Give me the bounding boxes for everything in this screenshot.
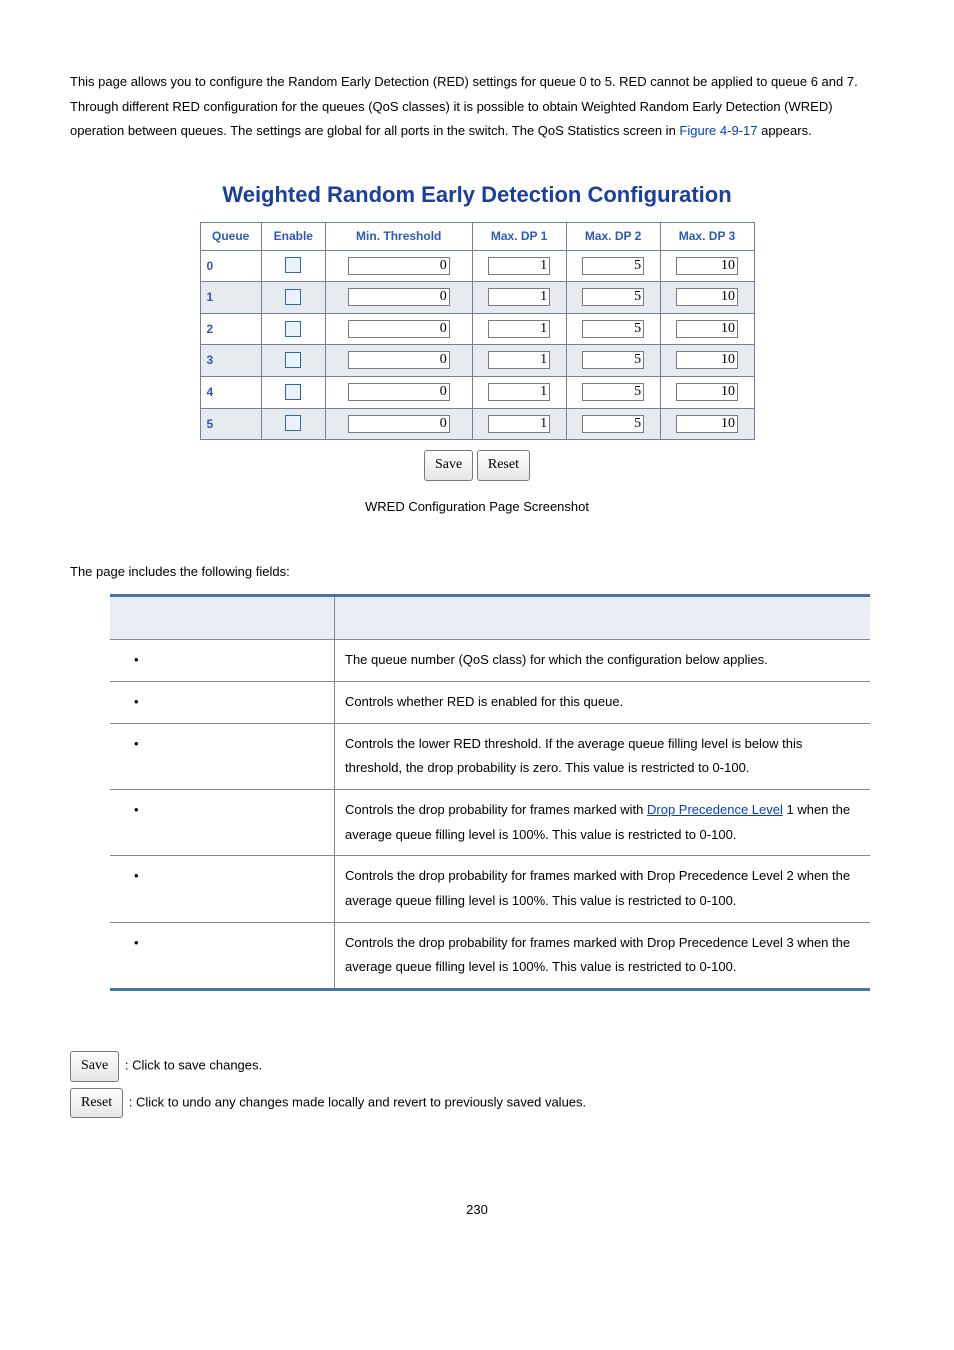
enable-cell — [261, 313, 325, 345]
max-dp2-input[interactable] — [582, 288, 644, 306]
drop-precedence-link[interactable]: Drop Precedence Level — [647, 802, 783, 817]
wred-screenshot: Weighted Random Early Detection Configur… — [200, 174, 755, 481]
fields-header-object — [110, 596, 335, 640]
reset-button-legend[interactable]: Reset — [70, 1088, 123, 1119]
fields-desc-cell: Controls the drop probability for frames… — [335, 922, 871, 989]
col-max-dp2: Max. DP 2 — [566, 222, 660, 250]
fields-object-cell — [110, 789, 335, 855]
enable-cell — [261, 377, 325, 409]
enable-checkbox[interactable] — [285, 321, 301, 337]
fields-desc-cell: Controls the drop probability for frames… — [335, 789, 871, 855]
fields-object-cell — [110, 856, 335, 922]
fields-row: The queue number (QoS class) for which t… — [110, 640, 870, 682]
min-threshold-input[interactable] — [348, 257, 450, 275]
max-dp3-input[interactable] — [676, 351, 738, 369]
fields-header-desc — [335, 596, 871, 640]
max-dp2-input[interactable] — [582, 351, 644, 369]
bullet-icon — [134, 935, 147, 950]
max-dp3-input[interactable] — [676, 320, 738, 338]
max-dp2-input[interactable] — [582, 257, 644, 275]
queue-cell: 4 — [200, 377, 261, 409]
queue-cell: 1 — [200, 282, 261, 314]
fields-table: The queue number (QoS class) for which t… — [110, 594, 870, 991]
queue-cell: 2 — [200, 313, 261, 345]
reset-button[interactable]: Reset — [477, 450, 530, 481]
queue-cell: 3 — [200, 345, 261, 377]
table-row: 3 — [200, 345, 754, 377]
max-dp1-input[interactable] — [488, 383, 550, 401]
figure-link[interactable]: Figure 4-9-17 — [679, 123, 757, 138]
fields-desc-cell: The queue number (QoS class) for which t… — [335, 640, 871, 682]
bullet-icon — [134, 736, 147, 751]
max-dp3-input[interactable] — [676, 383, 738, 401]
screenshot-caption: WRED Configuration Page Screenshot — [70, 495, 884, 520]
max-dp1-input[interactable] — [488, 415, 550, 433]
fields-desc-cell: Controls the drop probability for frames… — [335, 856, 871, 922]
save-button-legend[interactable]: Save — [70, 1051, 119, 1082]
table-row: 1 — [200, 282, 754, 314]
enable-checkbox[interactable] — [285, 352, 301, 368]
fields-row: Controls the lower RED threshold. If the… — [110, 723, 870, 789]
fields-desc-cell: Controls the lower RED threshold. If the… — [335, 723, 871, 789]
bullet-icon — [134, 802, 147, 817]
max-dp2-input[interactable] — [582, 383, 644, 401]
page-number: 230 — [70, 1198, 884, 1223]
min-threshold-input[interactable] — [348, 288, 450, 306]
save-button[interactable]: Save — [424, 450, 473, 481]
table-row: 0 — [200, 250, 754, 282]
min-threshold-input[interactable] — [348, 320, 450, 338]
max-dp3-input[interactable] — [676, 257, 738, 275]
bullet-icon — [134, 652, 147, 667]
max-dp2-input[interactable] — [582, 415, 644, 433]
max-dp2-input[interactable] — [582, 320, 644, 338]
fields-object-cell — [110, 922, 335, 989]
table-row: 2 — [200, 313, 754, 345]
table-row: 5 — [200, 408, 754, 440]
fields-object-cell — [110, 681, 335, 723]
col-queue: Queue — [200, 222, 261, 250]
enable-checkbox[interactable] — [285, 384, 301, 400]
max-dp3-input[interactable] — [676, 288, 738, 306]
col-enable: Enable — [261, 222, 325, 250]
min-threshold-input[interactable] — [348, 415, 450, 433]
col-max-dp3: Max. DP 3 — [660, 222, 754, 250]
enable-cell — [261, 408, 325, 440]
intro-text-after: appears. — [761, 123, 812, 138]
min-threshold-input[interactable] — [348, 351, 450, 369]
col-min-threshold: Min. Threshold — [325, 222, 472, 250]
fields-object-cell — [110, 640, 335, 682]
intro-paragraph: This page allows you to configure the Ra… — [70, 70, 884, 144]
enable-checkbox[interactable] — [285, 415, 301, 431]
max-dp1-input[interactable] — [488, 288, 550, 306]
fields-desc-cell: Controls whether RED is enabled for this… — [335, 681, 871, 723]
queue-cell: 5 — [200, 408, 261, 440]
enable-checkbox[interactable] — [285, 257, 301, 273]
table-row: 4 — [200, 377, 754, 409]
enable-cell — [261, 250, 325, 282]
max-dp1-input[interactable] — [488, 351, 550, 369]
queue-cell: 0 — [200, 250, 261, 282]
enable-checkbox[interactable] — [285, 289, 301, 305]
min-threshold-input[interactable] — [348, 383, 450, 401]
bullet-icon — [134, 868, 147, 883]
reset-desc: : Click to undo any changes made locally… — [129, 1094, 586, 1109]
wred-table: Queue Enable Min. Threshold Max. DP 1 Ma… — [200, 222, 755, 440]
fields-row: Controls the drop probability for frames… — [110, 856, 870, 922]
fields-row: Controls the drop probability for frames… — [110, 789, 870, 855]
buttons-section: Save : Click to save changes. Reset : Cl… — [70, 1051, 884, 1118]
fields-object-cell — [110, 723, 335, 789]
max-dp1-input[interactable] — [488, 257, 550, 275]
screenshot-title: Weighted Random Early Detection Configur… — [200, 174, 755, 216]
bullet-icon — [134, 694, 147, 709]
save-desc: : Click to save changes. — [125, 1058, 262, 1073]
col-max-dp1: Max. DP 1 — [472, 222, 566, 250]
fields-row: Controls whether RED is enabled for this… — [110, 681, 870, 723]
fields-intro: The page includes the following fields: — [70, 560, 884, 585]
enable-cell — [261, 345, 325, 377]
max-dp3-input[interactable] — [676, 415, 738, 433]
max-dp1-input[interactable] — [488, 320, 550, 338]
enable-cell — [261, 282, 325, 314]
fields-row: Controls the drop probability for frames… — [110, 922, 870, 989]
